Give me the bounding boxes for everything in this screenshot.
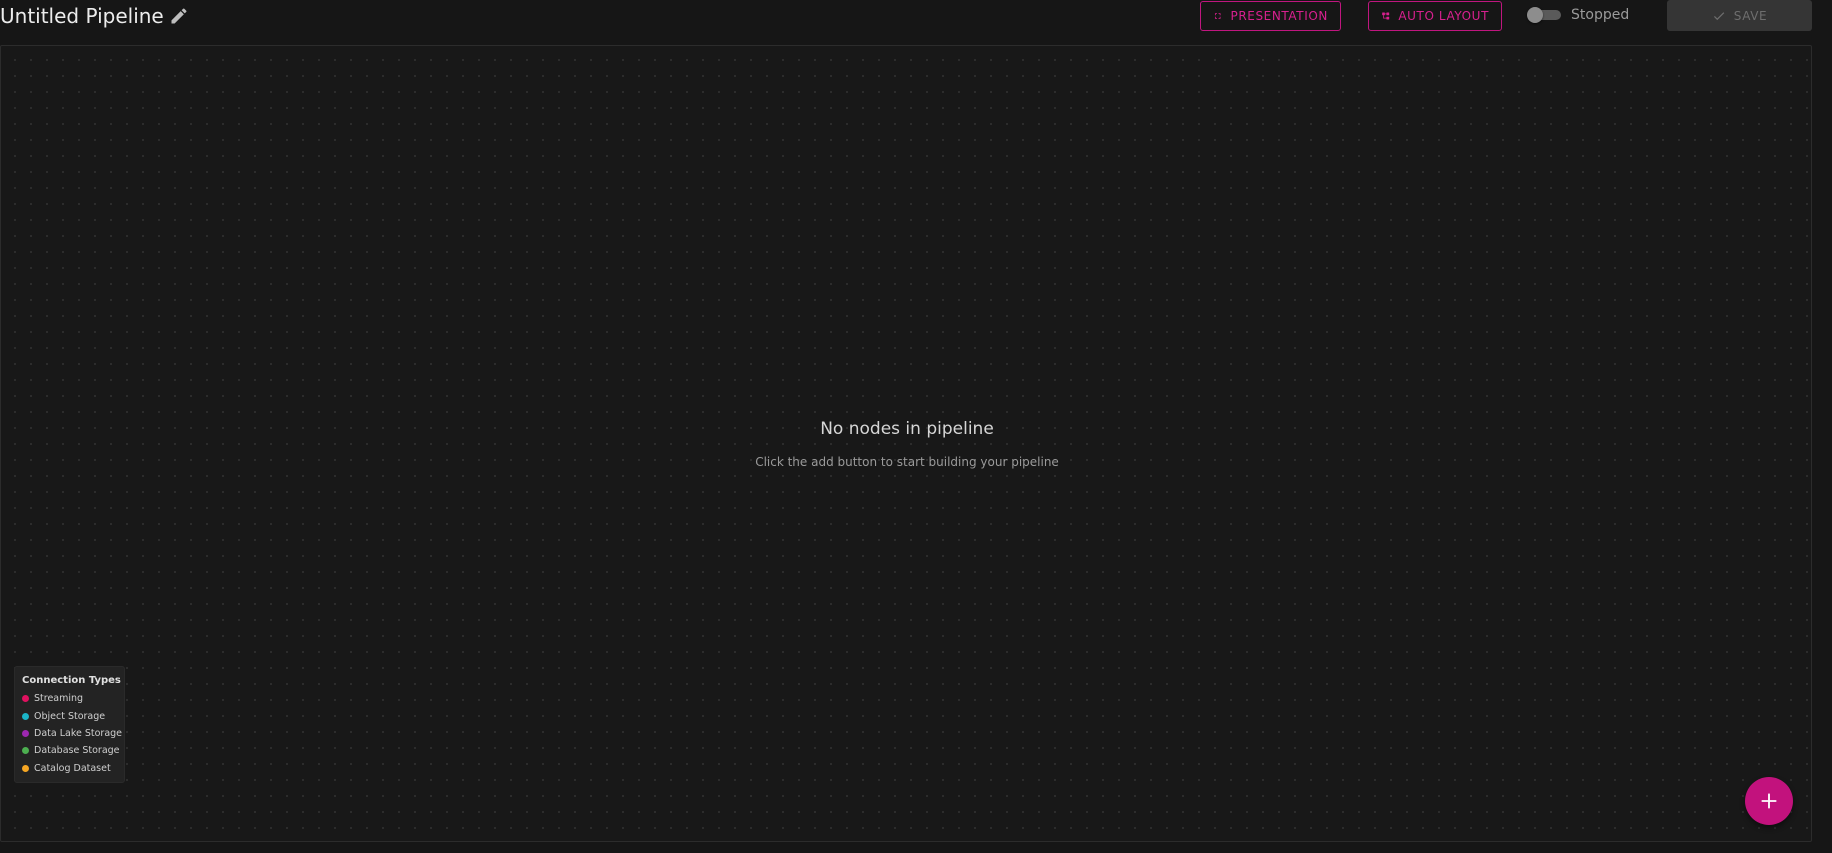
plus-icon — [1761, 793, 1777, 809]
toggle-thumb — [1527, 7, 1543, 23]
run-toggle-group: Stopped — [1527, 7, 1629, 23]
legend-item-object-storage: Object Storage — [22, 707, 124, 724]
legend-dot — [22, 764, 29, 772]
connection-types-legend: Connection Types Streaming Object Storag… — [14, 666, 125, 783]
empty-state-title: No nodes in pipeline — [820, 419, 994, 439]
fullscreen-icon — [1214, 13, 1221, 19]
edit-title-button[interactable] — [169, 6, 189, 26]
legend-item-label: Streaming — [34, 693, 84, 705]
save-button[interactable]: SAVE — [1667, 0, 1812, 31]
legend-item-data-lake-storage: Data Lake Storage — [22, 725, 124, 742]
legend-dot — [22, 712, 29, 720]
legend-item-label: Data Lake Storage — [34, 727, 123, 739]
legend-item-catalog-dataset: Catalog Dataset — [22, 760, 124, 777]
pipeline-canvas[interactable]: No nodes in pipeline Click the add butto… — [0, 45, 1812, 842]
legend-item-label: Database Storage — [34, 745, 120, 757]
legend-item-label: Catalog Dataset — [34, 762, 111, 774]
pipeline-title[interactable]: Untitled Pipeline — [0, 4, 164, 28]
save-label: SAVE — [1733, 8, 1768, 23]
pipeline-status: Stopped — [1571, 7, 1630, 23]
check-icon — [1713, 11, 1724, 20]
presentation-label: PRESENTATION — [1230, 9, 1328, 23]
legend-item-label: Object Storage — [34, 710, 106, 722]
pipeline-header: Untitled Pipeline PRESENTATION AUTO LAYO… — [0, 0, 1832, 44]
legend-title: Connection Types — [22, 675, 121, 686]
legend-dot — [22, 695, 29, 703]
empty-state-subtitle: Click the add button to start building y… — [755, 455, 1059, 469]
pencil-icon — [171, 8, 187, 24]
legend-dot — [22, 747, 29, 755]
empty-state: No nodes in pipeline Click the add butto… — [1, 419, 1813, 469]
legend-item-database-storage: Database Storage — [22, 742, 124, 759]
auto-layout-button[interactable]: AUTO LAYOUT — [1368, 1, 1502, 31]
legend-item-streaming: Streaming — [22, 690, 124, 707]
run-toggle[interactable] — [1527, 7, 1561, 23]
hierarchy-icon — [1382, 12, 1390, 20]
add-node-button[interactable] — [1745, 777, 1793, 825]
legend-dot — [22, 729, 29, 737]
auto-layout-label: AUTO LAYOUT — [1398, 9, 1489, 23]
presentation-button[interactable]: PRESENTATION — [1200, 1, 1341, 31]
